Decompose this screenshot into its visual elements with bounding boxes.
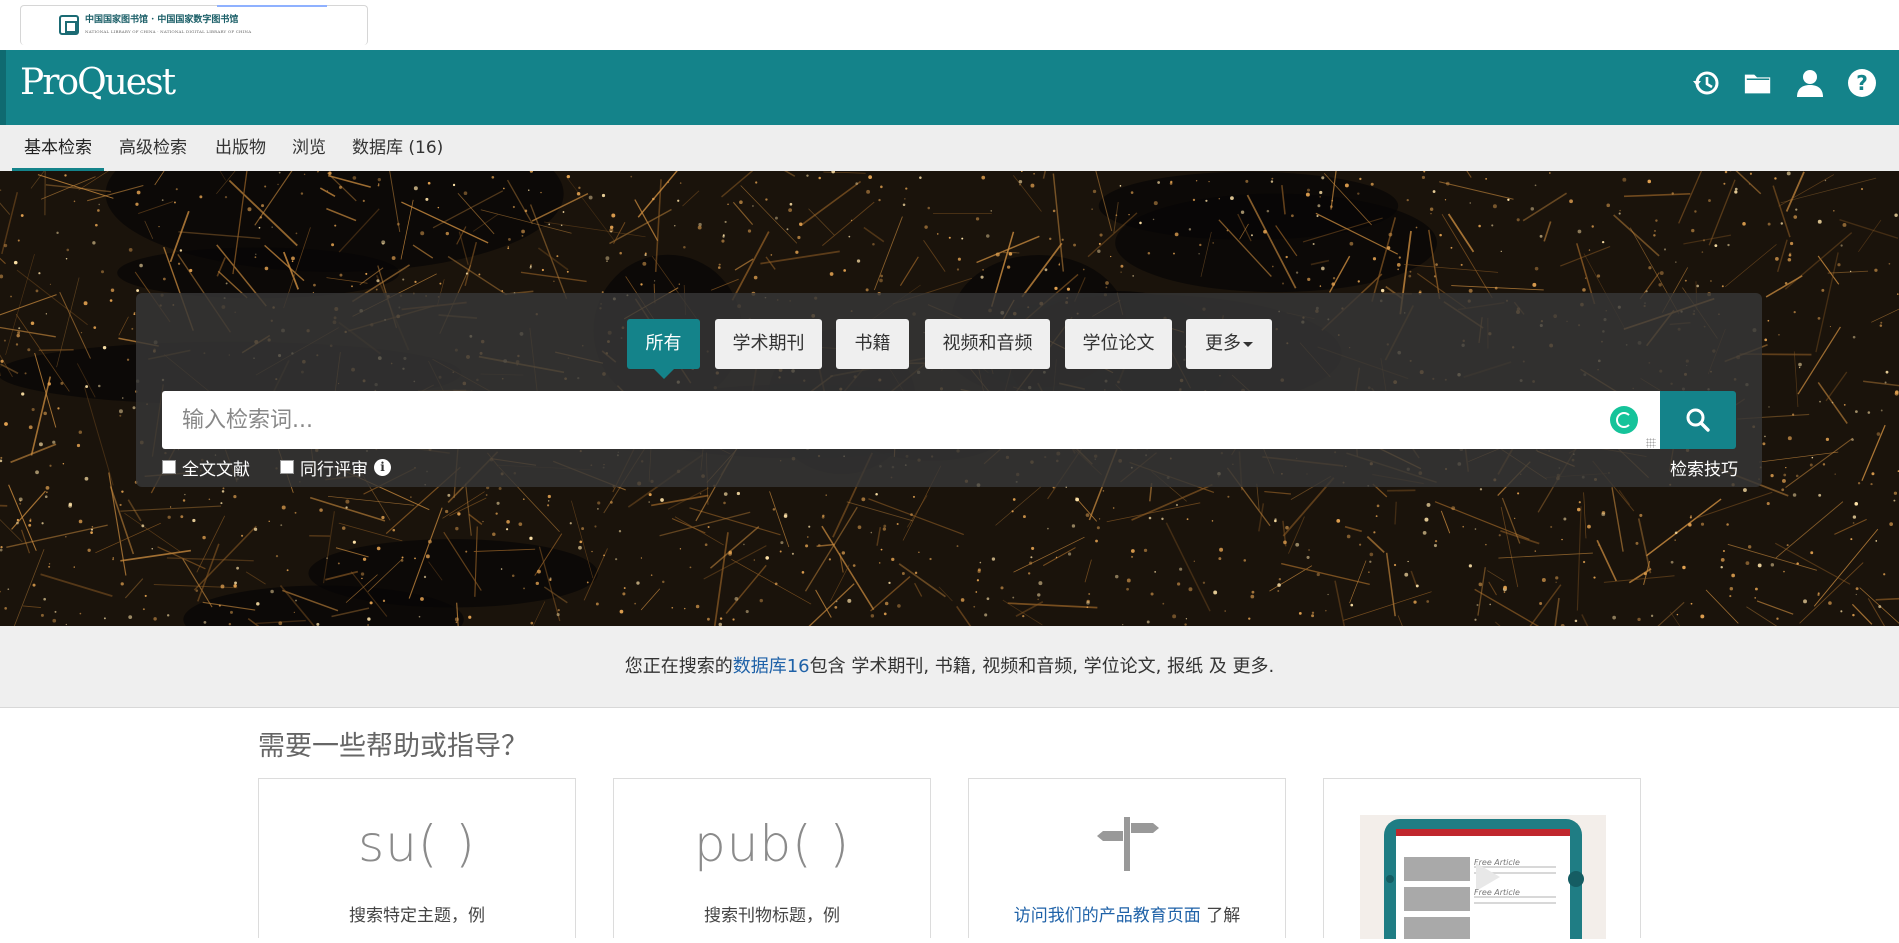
tab-scholarly-journals[interactable]: 学术期刊 <box>715 319 822 369</box>
nav-advanced-search[interactable]: 高级检索 <box>107 125 199 171</box>
help-card-publication[interactable]: pub( ) 搜索刊物标题，例 <box>613 778 931 938</box>
institution-logo[interactable]: 中国国家图书馆 · 中国国家数字图书馆 NATIONAL LIBRARY OF … <box>20 5 368 45</box>
library-seal-icon <box>59 15 79 35</box>
tab-books[interactable]: 书籍 <box>836 319 909 369</box>
education-card-desc: 访问我们的产品教育页面 了解 <box>969 901 1285 926</box>
search-input[interactable] <box>162 391 1660 449</box>
peer-reviewed-label: 同行评审 <box>300 455 368 480</box>
tab-video-audio[interactable]: 视频和音频 <box>925 319 1050 369</box>
grammarly-icon[interactable] <box>1610 406 1638 434</box>
help-icon[interactable]: ? <box>1847 68 1877 98</box>
publication-card-desc: 搜索刊物标题，例 <box>614 901 930 926</box>
search-filters: 全文文献 同行评审 i <box>162 455 421 479</box>
main-nav: 基本检索 高级检索 出版物 浏览 数据库 (16) <box>0 125 1899 171</box>
institution-logo-highlight <box>217 5 327 7</box>
source-type-tabs: 所有 学术期刊 书籍 视频和音频 学位论文 更多 <box>136 319 1762 371</box>
education-page-link[interactable]: 访问我们的产品教育页面 <box>1014 906 1201 926</box>
databases-link[interactable]: 数据库16 <box>733 656 810 677</box>
tab-all[interactable]: 所有 <box>627 319 700 369</box>
search-icon <box>1685 407 1711 433</box>
hero-banner: 所有 学术期刊 书籍 视频和音频 学位论文 更多 全文文献 同行评审 i 检索技… <box>0 171 1899 626</box>
education-card-desc-suffix: 了解 <box>1201 906 1240 926</box>
help-card-video[interactable]: Free Article Free Article <box>1323 778 1641 938</box>
peer-reviewed-checkbox[interactable]: 同行评审 i <box>280 455 391 480</box>
subject-syntax-text: su( ) <box>259 815 575 873</box>
search-button[interactable] <box>1660 391 1736 449</box>
institution-name-en: NATIONAL LIBRARY OF CHINA · NATIONAL DIG… <box>85 26 251 37</box>
publication-syntax-text: pub( ) <box>614 815 930 873</box>
nav-publications[interactable]: 出版物 <box>203 125 278 171</box>
subject-card-desc: 搜索特定主题，例 <box>259 901 575 926</box>
svg-text:?: ? <box>1856 71 1868 95</box>
app-header: ProQuest ? <box>0 50 1899 125</box>
signpost-icon <box>969 813 1285 875</box>
history-icon[interactable] <box>1691 68 1721 98</box>
fulltext-checkbox[interactable]: 全文文献 <box>162 455 250 480</box>
tab-dissertations[interactable]: 学位论文 <box>1065 319 1172 369</box>
user-icon[interactable] <box>1795 68 1825 98</box>
institution-name-cn: 中国国家图书馆 · 中国国家数字图书馆 <box>85 15 251 26</box>
tab-more-label: 更多 <box>1205 333 1241 354</box>
nav-basic-search[interactable]: 基本检索 <box>12 125 104 171</box>
institution-name: 中国国家图书馆 · 中国国家数字图书馆 NATIONAL LIBRARY OF … <box>85 15 251 37</box>
help-section-title: 需要一些帮助或指导？ <box>258 724 528 763</box>
search-panel: 所有 学术期刊 书籍 视频和音频 学位论文 更多 全文文献 同行评审 i 检索技… <box>136 293 1762 487</box>
info-icon[interactable]: i <box>374 459 391 476</box>
video-thumbnail: Free Article Free Article <box>1360 815 1606 939</box>
database-info-strip: 您正在搜索的数据库16包含 学术期刊, 书籍, 视频和音频, 学位论文, 报纸 … <box>0 626 1899 708</box>
fulltext-label: 全文文献 <box>182 455 250 480</box>
help-card-subject[interactable]: su( ) 搜索特定主题，例 <box>258 778 576 938</box>
resize-handle-icon[interactable] <box>1646 438 1656 448</box>
thumbnail-label-1: Free Article <box>1474 858 1520 867</box>
brand-logo[interactable]: ProQuest <box>20 62 174 103</box>
header-actions: ? <box>1691 68 1877 98</box>
folder-icon[interactable] <box>1743 68 1773 98</box>
info-suffix: 包含 学术期刊, 书籍, 视频和音频, 学位论文, 报纸 及 更多. <box>810 656 1275 677</box>
nav-browse[interactable]: 浏览 <box>280 125 338 171</box>
chevron-down-icon <box>1243 342 1253 347</box>
info-prefix: 您正在搜索的 <box>625 656 733 677</box>
peer-reviewed-checkbox-box[interactable] <box>280 460 294 474</box>
thumbnail-label-2: Free Article <box>1474 888 1520 897</box>
tab-more[interactable]: 更多 <box>1186 319 1272 369</box>
nav-databases[interactable]: 数据库 (16) <box>340 125 455 171</box>
search-tips-link[interactable]: 检索技巧 <box>1670 455 1738 480</box>
fulltext-checkbox-box[interactable] <box>162 460 176 474</box>
help-card-education[interactable]: 访问我们的产品教育页面 了解 <box>968 778 1286 938</box>
institution-bar: 中国国家图书馆 · 中国国家数字图书馆 NATIONAL LIBRARY OF … <box>0 0 1899 50</box>
